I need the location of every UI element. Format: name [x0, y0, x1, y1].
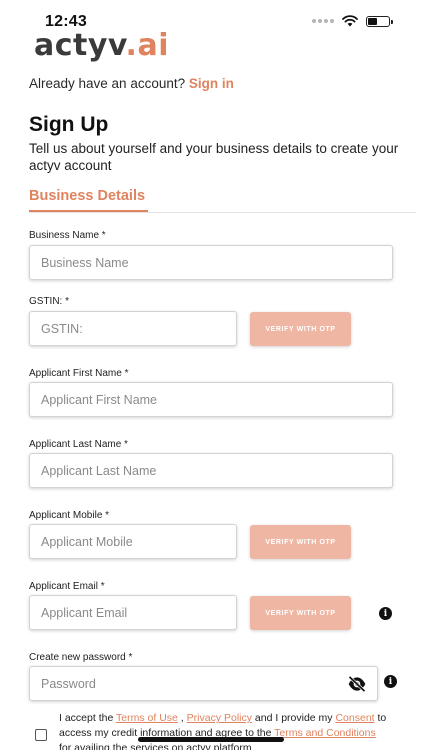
- business-name-input[interactable]: Business Name: [29, 245, 393, 280]
- email-label: Applicant Email *: [29, 581, 105, 592]
- tab-business-details[interactable]: Business Details: [29, 188, 145, 204]
- actyv-logo: actyv.ai: [34, 28, 169, 63]
- email-input[interactable]: Applicant Email: [29, 595, 237, 630]
- privacy-policy-link[interactable]: Privacy Policy: [187, 712, 252, 724]
- terms-checkbox[interactable]: [35, 729, 47, 741]
- last-name-input[interactable]: Applicant Last Name: [29, 453, 393, 488]
- terms-text-3: and I provide my: [252, 712, 336, 724]
- terms-text-2: ,: [177, 712, 187, 724]
- terms-text-5: for availing the services on actyv platf…: [59, 742, 252, 750]
- wifi-icon: [342, 15, 358, 27]
- eye-off-icon[interactable]: [347, 675, 367, 693]
- battery-icon: [366, 15, 393, 27]
- gstin-input[interactable]: GSTIN:: [29, 311, 237, 346]
- home-indicator[interactable]: [138, 737, 284, 742]
- page-title: Sign Up: [29, 113, 109, 136]
- gstin-label: GSTIN: *: [29, 296, 70, 307]
- terms-text-1: I accept the: [59, 712, 117, 724]
- business-name-label: Business Name *: [29, 230, 106, 241]
- password-placeholder: Password: [41, 676, 96, 691]
- terms-of-use-link[interactable]: Terms of Use: [116, 712, 178, 724]
- password-label: Create new password *: [29, 652, 133, 663]
- email-info-icon[interactable]: i: [379, 607, 392, 620]
- mobile-label: Applicant Mobile *: [29, 510, 110, 521]
- gstin-verify-button[interactable]: VERIFY WITH OTP: [250, 312, 351, 346]
- terms-conditions-link[interactable]: Terms and Conditions: [274, 727, 376, 739]
- consent-link[interactable]: Consent: [335, 712, 374, 724]
- password-info-icon[interactable]: i: [384, 675, 397, 688]
- mobile-verify-button[interactable]: VERIFY WITH OTP: [250, 525, 351, 559]
- signin-prompt-text: Already have an account?: [29, 76, 186, 91]
- signal-icon: [312, 19, 334, 23]
- page-subtitle: Tell us about yourself and your business…: [29, 141, 399, 173]
- password-input[interactable]: Password: [29, 666, 378, 701]
- mobile-input[interactable]: Applicant Mobile: [29, 524, 237, 559]
- first-name-label: Applicant First Name *: [29, 368, 129, 379]
- tab-active-indicator: [29, 210, 148, 212]
- tab-divider: [29, 212, 416, 213]
- signin-prompt: Already have an account? Sign in: [29, 76, 234, 91]
- signin-link[interactable]: Sign in: [189, 76, 234, 91]
- email-verify-button[interactable]: VERIFY WITH OTP: [250, 596, 351, 630]
- first-name-input[interactable]: Applicant First Name: [29, 382, 393, 417]
- terms-text: I accept the Terms of Use , Privacy Poli…: [59, 711, 389, 750]
- last-name-label: Applicant Last Name *: [29, 439, 128, 450]
- status-icons: [312, 15, 393, 27]
